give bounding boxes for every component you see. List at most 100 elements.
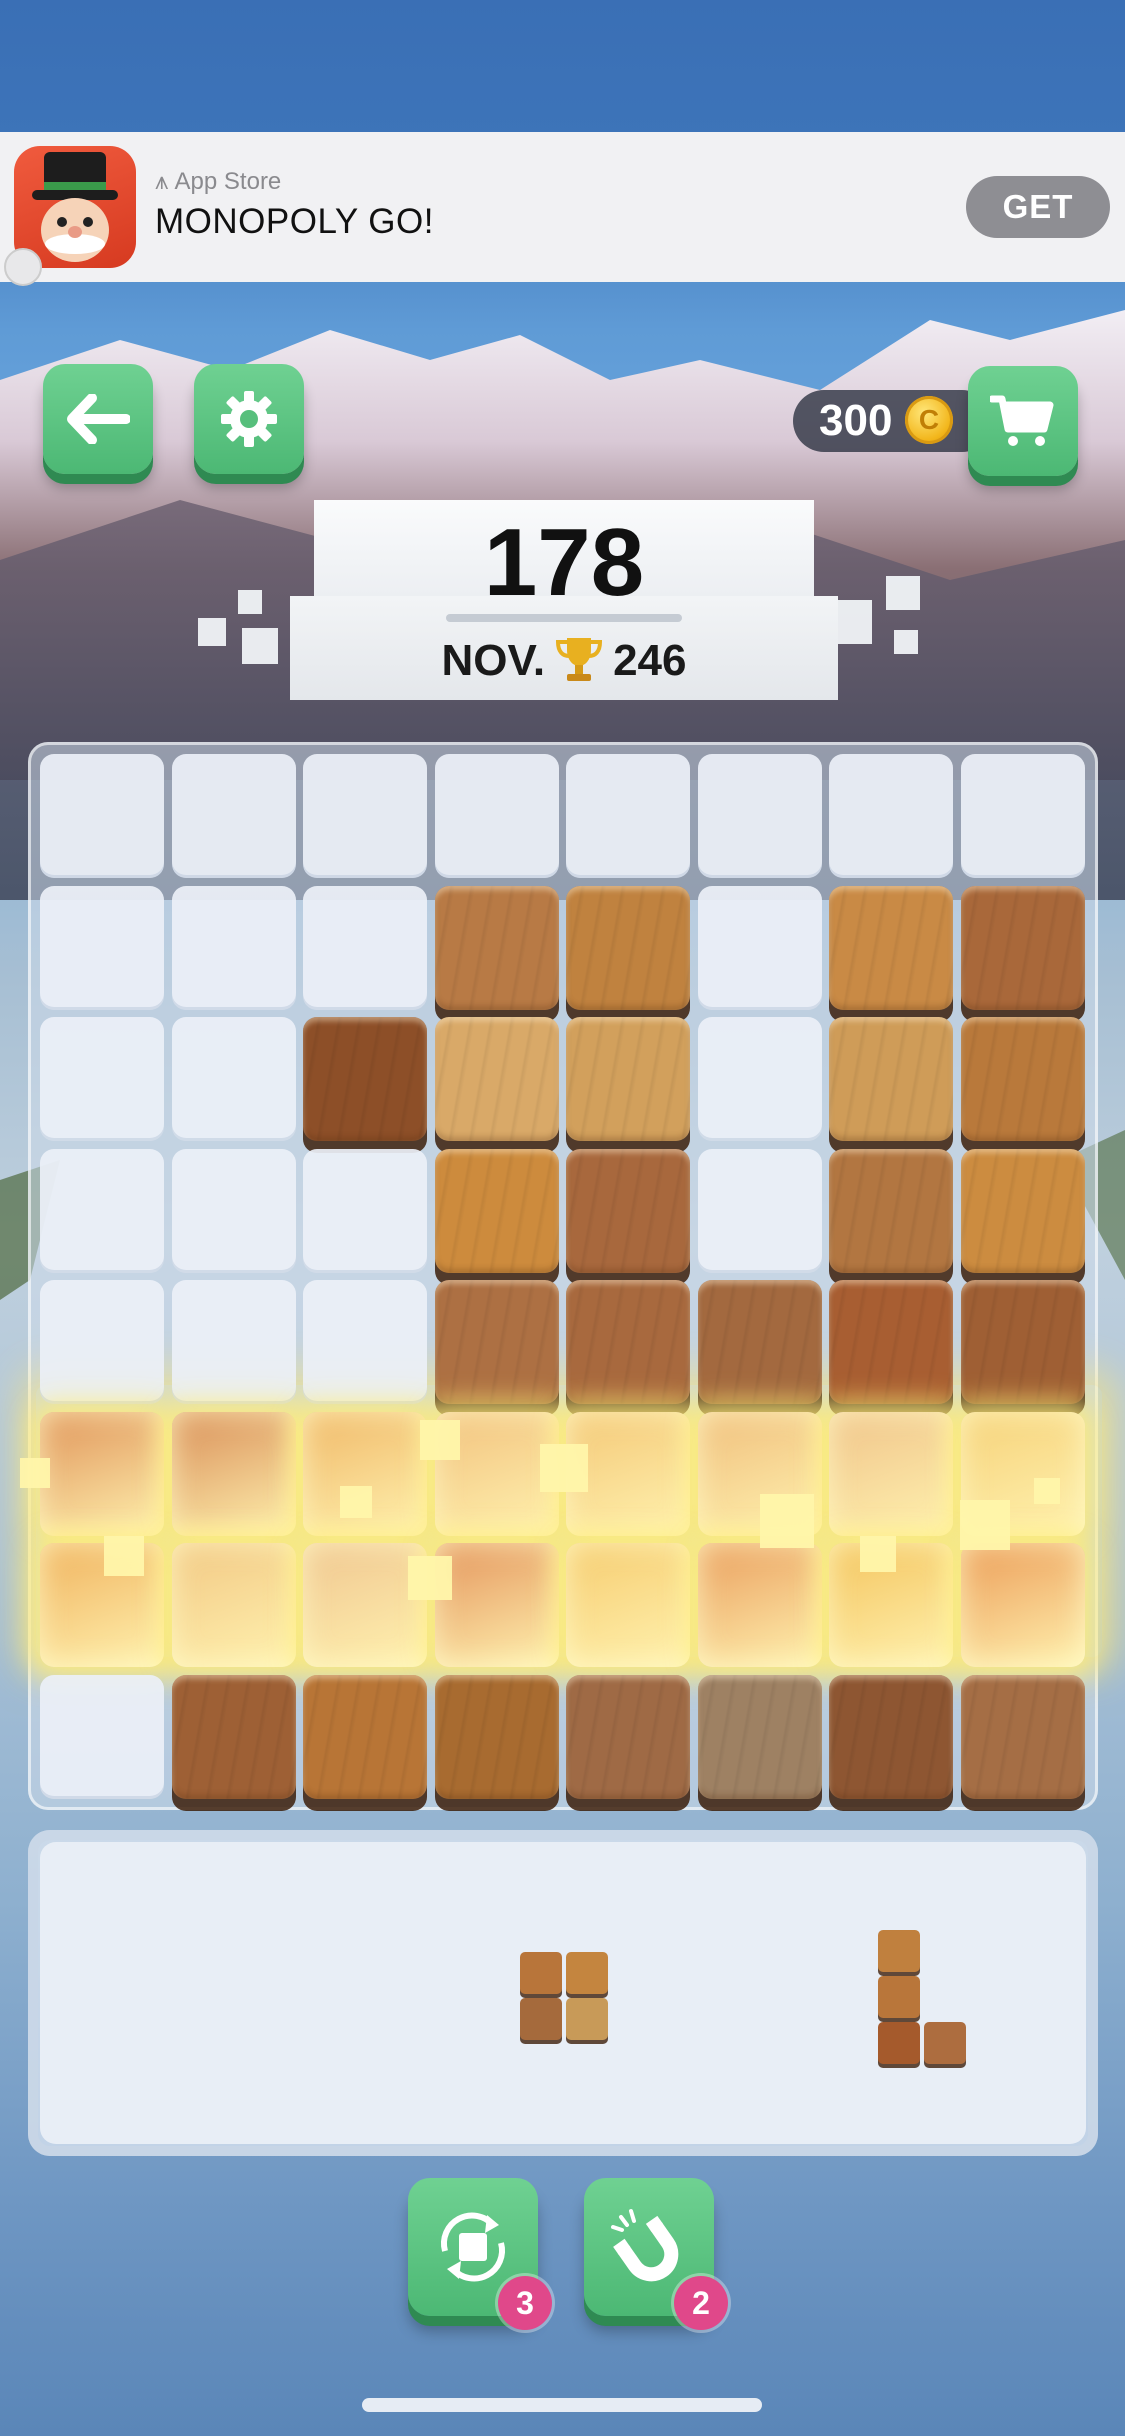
empty-cell[interactable] <box>171 1017 296 1141</box>
empty-cell[interactable] <box>171 1148 296 1273</box>
best-score: NOV. 246 <box>290 632 838 695</box>
wood-block[interactable] <box>434 1674 559 1799</box>
empty-cell[interactable] <box>303 885 427 1010</box>
wood-block[interactable] <box>434 885 559 1010</box>
sparkle-particle <box>104 1536 144 1576</box>
empty-cell[interactable] <box>171 754 296 878</box>
empty-cell[interactable] <box>40 1148 164 1273</box>
wood-block[interactable] <box>434 1017 559 1141</box>
wood-block[interactable] <box>960 1674 1085 1799</box>
mini-wood-block[interactable] <box>878 2022 920 2064</box>
wood-block[interactable] <box>566 1017 690 1141</box>
mini-wood-block[interactable] <box>566 1952 608 1994</box>
clearing-wood-block[interactable] <box>40 1543 164 1667</box>
empty-cell[interactable] <box>40 1674 164 1799</box>
sparkle-particle <box>420 1420 460 1460</box>
wood-block[interactable] <box>829 1674 953 1799</box>
clearing-wood-block[interactable] <box>40 1411 164 1536</box>
home-indicator[interactable] <box>362 2398 762 2412</box>
ad-info-icon[interactable] <box>4 248 42 286</box>
ad-banner[interactable]: ⩚ App Store MONOPOLY GO! GET <box>0 132 1125 286</box>
deco-pixel <box>238 590 262 614</box>
empty-cell[interactable] <box>697 885 822 1010</box>
clearing-wood-block[interactable] <box>960 1543 1085 1667</box>
ad-get-button[interactable]: GET <box>966 176 1110 238</box>
empty-cell[interactable] <box>697 1148 822 1273</box>
sparkle-particle <box>408 1556 452 1600</box>
empty-cell[interactable] <box>303 1148 427 1273</box>
back-button[interactable] <box>43 364 153 474</box>
mini-wood-block[interactable] <box>520 1998 562 2040</box>
gear-icon <box>221 391 277 447</box>
wood-block[interactable] <box>171 1674 296 1799</box>
wood-block[interactable] <box>303 1674 427 1799</box>
wood-block[interactable] <box>566 885 690 1010</box>
clearing-wood-block[interactable] <box>171 1543 296 1667</box>
mini-wood-block[interactable] <box>924 2022 966 2064</box>
coin-icon: C <box>905 396 953 444</box>
wood-block[interactable] <box>960 1017 1085 1141</box>
empty-cell[interactable] <box>566 754 690 878</box>
clearing-wood-block[interactable] <box>829 1411 953 1536</box>
wood-block[interactable] <box>829 885 953 1010</box>
wood-block[interactable] <box>434 1280 559 1404</box>
app-store-icon: ⩚ <box>155 168 169 195</box>
settings-button[interactable] <box>194 364 304 474</box>
mini-wood-block[interactable] <box>566 1998 608 2040</box>
sparkle-particle <box>1034 1478 1060 1504</box>
clearing-wood-block[interactable] <box>434 1543 559 1667</box>
empty-cell[interactable] <box>960 754 1085 878</box>
wood-block[interactable] <box>566 1280 690 1404</box>
sparkle-particle <box>340 1486 372 1518</box>
rotate-powerup-button[interactable]: 3 <box>408 2178 552 2330</box>
rotate-count-badge: 3 <box>498 2276 552 2330</box>
back-arrow-icon <box>67 394 130 444</box>
wood-block[interactable] <box>829 1148 953 1273</box>
best-score-value: 246 <box>613 636 687 686</box>
clearing-wood-block[interactable] <box>697 1543 822 1667</box>
trophy-icon <box>553 632 605 695</box>
magnet-powerup-button[interactable]: 2 <box>584 2178 728 2330</box>
wood-block[interactable] <box>697 1674 822 1799</box>
empty-cell[interactable] <box>303 1280 427 1404</box>
wood-block[interactable] <box>434 1148 559 1273</box>
ad-title: MONOPOLY GO! <box>155 202 434 241</box>
piece-tray <box>28 1830 1098 2156</box>
wood-block[interactable] <box>566 1148 690 1273</box>
empty-cell[interactable] <box>697 1017 822 1141</box>
empty-cell[interactable] <box>829 754 953 878</box>
shopping-cart-icon <box>990 395 1054 446</box>
wood-block[interactable] <box>829 1017 953 1141</box>
wood-block[interactable] <box>697 1280 822 1404</box>
mini-wood-block[interactable] <box>878 1976 920 2018</box>
wood-block[interactable] <box>303 1017 427 1141</box>
mini-wood-block[interactable] <box>520 1952 562 1994</box>
rotate-icon <box>440 2212 506 2282</box>
empty-cell[interactable] <box>40 1017 164 1141</box>
coin-amount: 300 <box>819 396 893 445</box>
score-panel: 178 NOV. 246 <box>290 500 838 700</box>
empty-cell[interactable] <box>434 754 559 878</box>
shop-cart-button[interactable] <box>968 366 1078 476</box>
empty-cell[interactable] <box>40 754 164 878</box>
clearing-wood-block[interactable] <box>566 1543 690 1667</box>
deco-pixel <box>886 576 920 610</box>
coin-counter: 300 C <box>793 390 993 452</box>
wood-block[interactable] <box>960 1148 1085 1273</box>
wood-block[interactable] <box>566 1674 690 1799</box>
empty-cell[interactable] <box>171 1280 296 1404</box>
wood-block[interactable] <box>829 1280 953 1404</box>
wood-block[interactable] <box>960 1280 1085 1404</box>
sparkle-particle <box>960 1500 1010 1550</box>
clearing-wood-block[interactable] <box>171 1411 296 1536</box>
score-divider <box>446 614 682 622</box>
empty-cell[interactable] <box>40 885 164 1010</box>
empty-cell[interactable] <box>697 754 822 878</box>
empty-cell[interactable] <box>171 885 296 1010</box>
empty-cell[interactable] <box>303 754 427 878</box>
mini-wood-block[interactable] <box>878 1930 920 1972</box>
empty-cell[interactable] <box>40 1280 164 1404</box>
magnet-count-badge: 2 <box>674 2276 728 2330</box>
deco-pixel <box>894 630 918 654</box>
wood-block[interactable] <box>960 885 1085 1010</box>
